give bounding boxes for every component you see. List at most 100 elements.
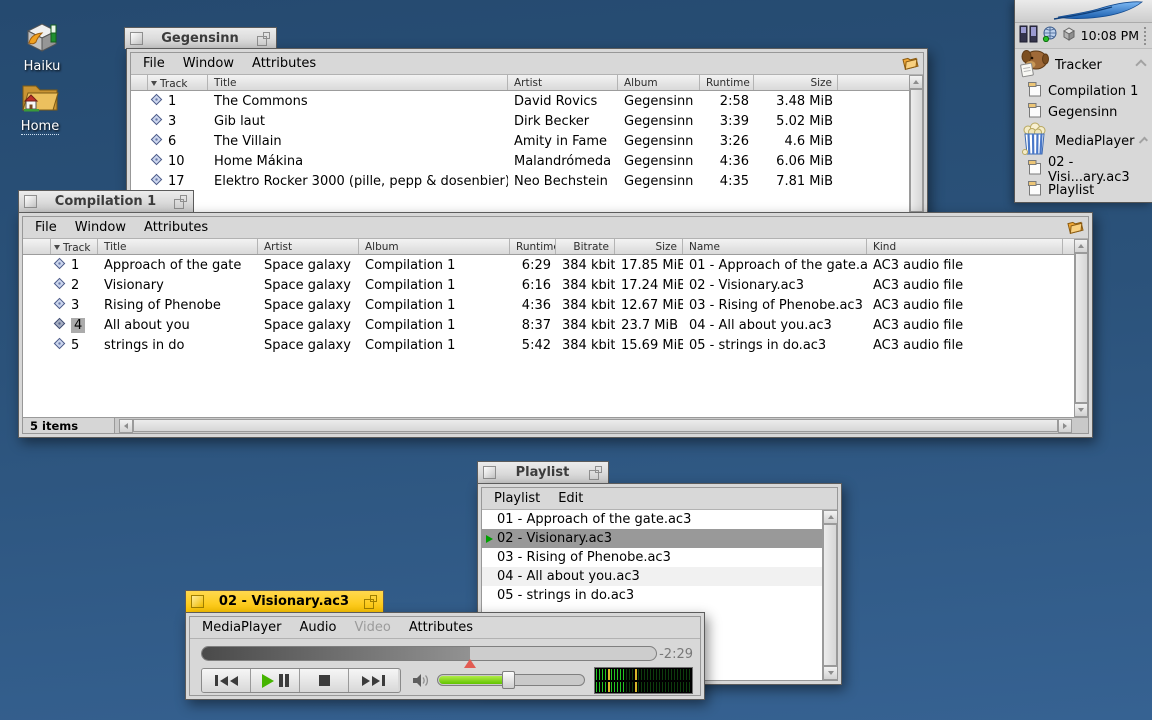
column-header-runtime[interactable]: Runtime	[700, 75, 754, 90]
list-item[interactable]: 04 - All about you.ac3	[482, 567, 822, 586]
clock[interactable]: 10:08 PM	[1081, 28, 1141, 43]
scrollbar-thumb[interactable]	[133, 419, 1058, 432]
desktop-icon-home[interactable]: Home	[4, 80, 76, 135]
column-header-size[interactable]: Size	[754, 75, 838, 90]
column-header-artist[interactable]: Artist	[508, 75, 618, 90]
desktop-icon-haiku[interactable]: Haiku	[6, 18, 78, 74]
list-item-playing[interactable]: 02 - Visionary.ac3	[482, 529, 822, 548]
deskbar-app-tracker[interactable]: Tracker	[1015, 49, 1152, 81]
next-button[interactable]	[349, 669, 398, 692]
table-row[interactable]: 10 Home Mákina Malandrómeda Gegensinn 4:…	[131, 151, 909, 171]
table-row[interactable]: 1 The Commons David Rovics Gegensinn 2:5…	[131, 91, 909, 111]
previous-button[interactable]	[202, 669, 251, 692]
window-item-icon	[1028, 160, 1042, 179]
play-pause-button[interactable]	[251, 669, 300, 692]
cpu-monitor-icon[interactable]	[1019, 25, 1039, 47]
table-row[interactable]: 3 Gib laut Dirk Becker Gegensinn 3:39 5.…	[131, 111, 909, 131]
vertical-scrollbar[interactable]	[822, 510, 837, 680]
column-header-bitrate[interactable]: Bitrate	[556, 239, 615, 254]
scrollbar-thumb[interactable]	[1075, 253, 1088, 403]
tray-drag-handle[interactable]	[1144, 27, 1149, 45]
table-row[interactable]: 17 Elektro Rocker 3000 (pille, pepp & do…	[131, 171, 909, 191]
scroll-up-icon[interactable]	[823, 510, 838, 524]
zoom-button[interactable]	[174, 195, 188, 209]
scrollbar-thumb[interactable]	[823, 524, 837, 666]
menu-playlist[interactable]: Playlist	[485, 489, 549, 508]
folder-context-icon[interactable]	[1066, 218, 1085, 239]
zoom-button[interactable]	[257, 32, 271, 46]
list-item[interactable]: 01 - Approach of the gate.ac3	[482, 510, 822, 529]
volume-slider[interactable]	[437, 674, 585, 686]
list-item[interactable]: 03 - Rising of Phenobe.ac3	[482, 548, 822, 567]
scrollbar-thumb[interactable]	[910, 89, 923, 212]
playlist-title-tab[interactable]: Playlist	[477, 461, 609, 483]
deskbar-window-nowplaying[interactable]: 02 - Visi...ary.ac3	[1015, 159, 1152, 180]
column-header-album[interactable]: Album	[359, 239, 510, 254]
collapse-caret-icon[interactable]	[1135, 59, 1146, 70]
zoom-button[interactable]	[364, 595, 378, 609]
scroll-down-icon[interactable]	[823, 666, 838, 680]
menu-file[interactable]: File	[26, 218, 66, 237]
vertical-scrollbar[interactable]	[909, 75, 923, 213]
seek-bar[interactable]	[201, 646, 657, 661]
column-header-name[interactable]: Name	[683, 239, 867, 254]
column-header-runtime[interactable]: Runtime	[510, 239, 556, 254]
column-header-track[interactable]: Track	[148, 75, 208, 90]
scroll-down-icon[interactable]	[1074, 403, 1088, 417]
menu-attributes[interactable]: Attributes	[135, 218, 217, 237]
column-header-title[interactable]: Title	[208, 75, 508, 90]
item-count: 5 items	[23, 418, 115, 433]
window-title: 02 - Visionary.ac3	[210, 594, 358, 609]
column-header-kind[interactable]: Kind	[867, 239, 1063, 254]
table-row[interactable]: 3 Rising of Phenobe Space galaxy Compila…	[23, 295, 1074, 315]
compilation-title-tab[interactable]: Compilation 1	[18, 190, 194, 212]
vertical-scrollbar[interactable]	[1074, 239, 1088, 417]
table-row-selected[interactable]: 4 All about you Space galaxy Compilation…	[23, 315, 1074, 335]
seek-position-marker-icon[interactable]	[464, 659, 476, 668]
stop-button[interactable]	[300, 669, 349, 692]
transport-controls	[201, 668, 401, 693]
haiku-disk-icon	[20, 18, 64, 58]
volume-thumb[interactable]	[502, 671, 515, 689]
menu-attributes[interactable]: Attributes	[243, 54, 325, 73]
scroll-right-icon[interactable]	[1058, 419, 1072, 433]
mediaplayer-title-tab[interactable]: 02 - Visionary.ac3	[185, 590, 384, 612]
table-row[interactable]: 6 The Villain Amity in Fame Gegensinn 3:…	[131, 131, 909, 151]
close-button[interactable]	[24, 195, 37, 208]
window-title: Playlist	[502, 465, 583, 480]
close-button[interactable]	[130, 32, 143, 45]
package-icon[interactable]	[1061, 26, 1077, 46]
table-row[interactable]: 2 Visionary Space galaxy Compilation 1 6…	[23, 275, 1074, 295]
column-header-size[interactable]: Size	[615, 239, 683, 254]
folder-context-icon[interactable]	[901, 54, 920, 75]
compilation-window: File Window Attributes Track Title Artis…	[18, 212, 1093, 438]
column-header-artist[interactable]: Artist	[258, 239, 359, 254]
gegensinn-title-tab[interactable]: Gegensinn	[124, 27, 277, 49]
scroll-left-icon[interactable]	[119, 419, 133, 433]
menu-edit[interactable]: Edit	[549, 489, 592, 508]
collapse-caret-icon[interactable]	[1138, 137, 1147, 146]
column-header-album[interactable]: Album	[618, 75, 700, 90]
table-row[interactable]: 5 strings in do Space galaxy Compilation…	[23, 335, 1074, 355]
deskbar-window-compilation[interactable]: Compilation 1	[1015, 81, 1152, 102]
close-button[interactable]	[483, 466, 496, 479]
menu-window[interactable]: Window	[174, 54, 243, 73]
deskbar-logo[interactable]	[1015, 0, 1152, 23]
scroll-up-icon[interactable]	[1074, 239, 1088, 253]
network-status-icon[interactable]	[1042, 26, 1058, 46]
column-header-track[interactable]: Track	[51, 239, 98, 254]
scroll-up-icon[interactable]	[909, 75, 923, 89]
menu-mediaplayer[interactable]: MediaPlayer	[193, 618, 291, 637]
menu-window[interactable]: Window	[66, 218, 135, 237]
list-item[interactable]: 05 - strings in do.ac3	[482, 586, 822, 605]
deskbar-window-gegensinn[interactable]: Gegensinn	[1015, 102, 1152, 123]
column-header-title[interactable]: Title	[98, 239, 258, 254]
compilation-file-list: 1 Approach of the gate Space galaxy Comp…	[23, 255, 1074, 417]
menu-audio[interactable]: Audio	[291, 618, 346, 637]
table-row[interactable]: 1 Approach of the gate Space galaxy Comp…	[23, 255, 1074, 275]
menu-attributes[interactable]: Attributes	[400, 618, 482, 637]
window-title: Compilation 1	[43, 194, 168, 209]
zoom-button[interactable]	[589, 466, 603, 480]
close-button[interactable]	[191, 595, 204, 608]
menu-file[interactable]: File	[134, 54, 174, 73]
